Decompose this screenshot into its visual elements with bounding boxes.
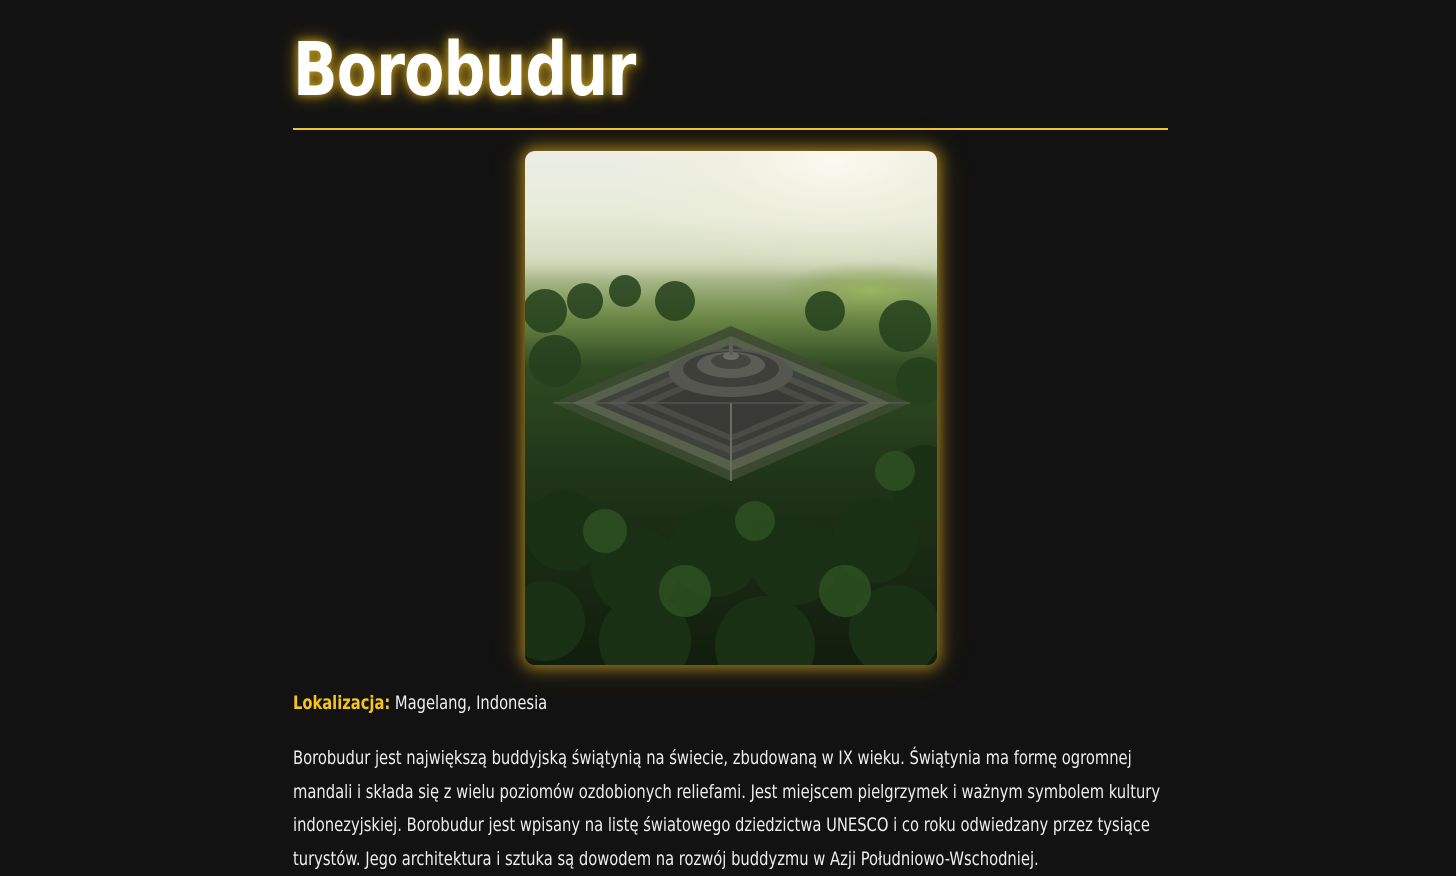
description-paragraph: Borobudur jest największą buddyjską świą…	[293, 747, 1161, 870]
aerial-temple-photo-icon	[525, 151, 937, 665]
temple-photo	[525, 151, 937, 665]
page: Borobudur Lokalizacja: Magelang, Indones…	[0, 0, 1456, 876]
location-line: Lokalizacja: Magelang, Indonesia	[293, 688, 547, 718]
location-value: Magelang, Indonesia	[394, 692, 548, 714]
title-divider	[293, 128, 1168, 130]
location-label: Lokalizacja:	[293, 692, 391, 714]
page-title: Borobudur	[293, 27, 636, 113]
